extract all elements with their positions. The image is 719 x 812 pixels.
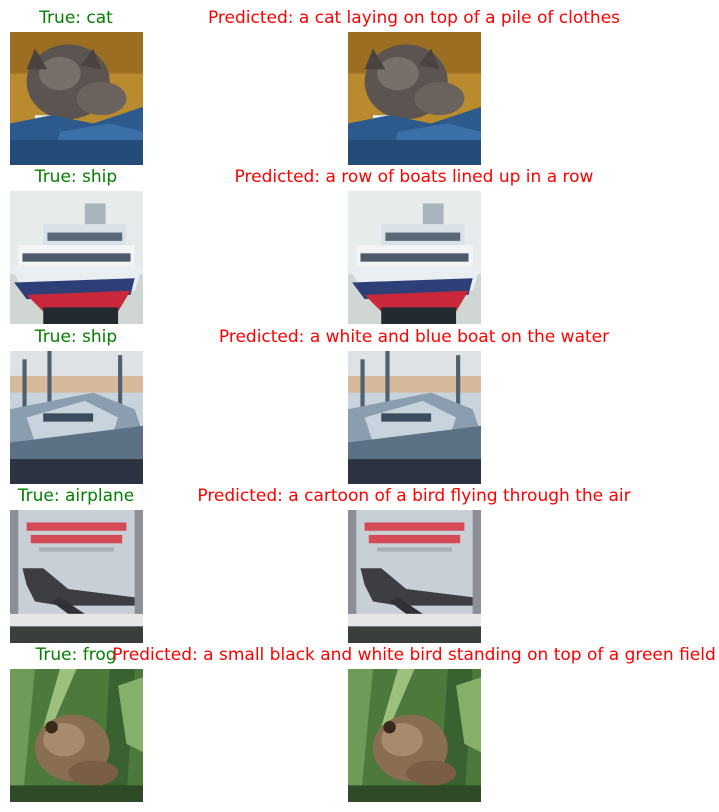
predicted-caption: Predicted: a row of boats lined up in a … <box>234 167 594 187</box>
predicted-caption: Predicted: a small black and white bird … <box>112 645 716 665</box>
generated-image-frog <box>348 669 481 802</box>
original-image-frog <box>10 669 143 802</box>
original-image-boat <box>10 351 143 484</box>
original-image-ship <box>10 191 143 324</box>
predicted-caption: Predicted: a cartoon of a bird flying th… <box>197 486 631 506</box>
generated-image-airplane <box>348 510 481 643</box>
predicted-caption: Predicted: a cat laying on top of a pile… <box>207 8 621 28</box>
original-image-airplane <box>10 510 143 643</box>
predicted-caption: Predicted: a white and blue boat on the … <box>218 327 610 347</box>
generated-image-ship <box>348 191 481 324</box>
true-label: True: cat <box>39 8 113 28</box>
true-label: True: ship <box>34 327 118 347</box>
true-label: True: airplane <box>17 486 135 506</box>
original-image-cat <box>10 32 143 165</box>
true-label: True: frog <box>35 645 117 665</box>
true-label: True: ship <box>34 167 118 187</box>
generated-image-cat <box>348 32 481 165</box>
generated-image-boat <box>348 351 481 484</box>
